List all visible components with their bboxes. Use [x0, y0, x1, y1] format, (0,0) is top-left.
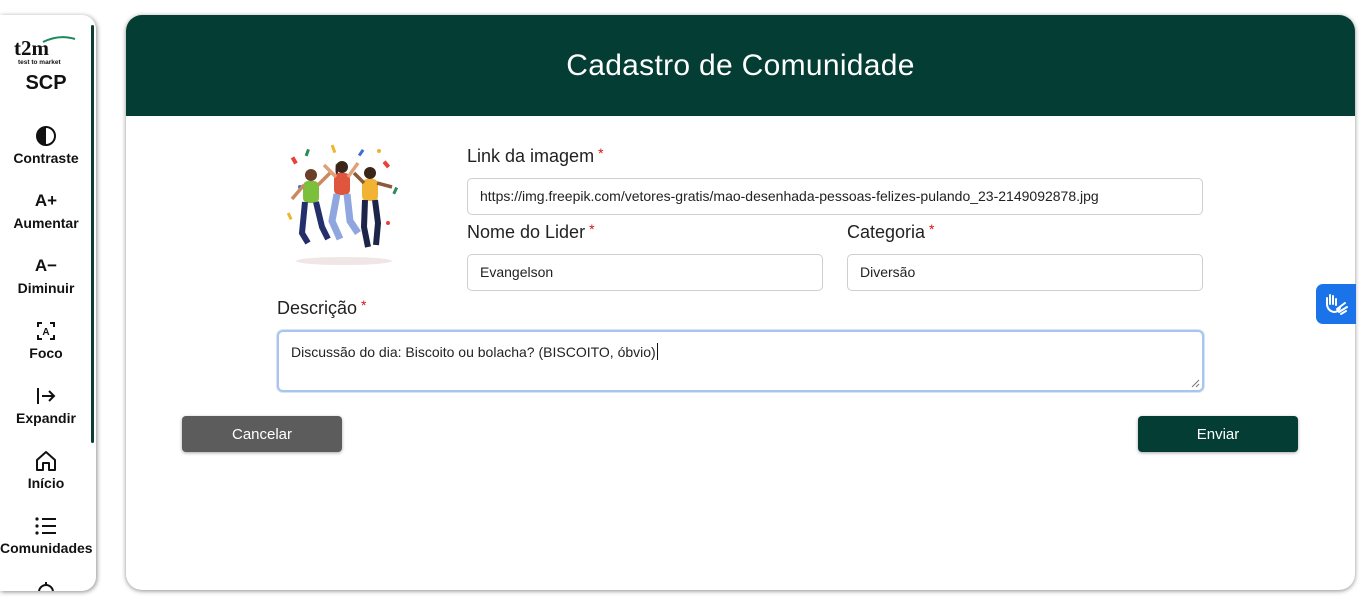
leader-name-label: Nome do Lider * [467, 221, 595, 242]
sidebar-item-label: Foco [29, 345, 63, 361]
text-caret [656, 343, 658, 360]
sidebar-item-expand[interactable]: Expandir [0, 383, 92, 426]
t2m-logo: t2m test to market [14, 36, 76, 66]
sidebar-item-home[interactable]: Início [0, 448, 92, 491]
sidebar-item-contrast[interactable]: Contraste [0, 123, 92, 166]
sidebar-item-label: Início [27, 475, 65, 491]
community-image-preview [286, 144, 399, 265]
sidebar-item-focus[interactable]: A Foco [0, 318, 92, 361]
sidebar-item-label: Aumentar [13, 215, 79, 231]
sidebar-item-increase[interactable]: A+ Aumentar [0, 188, 92, 231]
description-label: Descrição * [277, 297, 367, 318]
sidebar-item-communities[interactable]: Comunidades [0, 513, 93, 556]
form-header: Cadastro de Comunidade [126, 15, 1355, 116]
submit-button[interactable]: Enviar [1138, 416, 1298, 452]
category-input[interactable]: Diversão [847, 254, 1203, 291]
sidebar-item-label: Diminuir [17, 280, 75, 296]
svg-text:A: A [42, 327, 49, 338]
resize-grip-icon[interactable] [1190, 378, 1200, 388]
required-mark: * [361, 297, 367, 313]
sidebar: t2m test to market SCP Contraste A+ Aume… [0, 15, 96, 591]
font-decrease-icon: A− [34, 256, 58, 275]
category-label: Categoria * [847, 221, 935, 242]
svg-text:t2m: t2m [14, 36, 49, 60]
sidebar-item-label: Contraste [13, 150, 79, 166]
contrast-icon [36, 126, 56, 146]
app-name: SCP [25, 72, 67, 94]
description-textarea[interactable]: Discussão do dia: Biscoito ou bolacha? (… [277, 330, 1204, 392]
leader-name-input[interactable]: Evangelson [467, 254, 823, 291]
image-link-label: Link da imagem * [467, 145, 604, 166]
expand-icon [37, 388, 56, 404]
sidebar-item-decrease[interactable]: A− Diminuir [0, 253, 92, 296]
image-link-input[interactable]: https://img.freepik.com/vetores-gratis/m… [467, 178, 1203, 215]
svg-text:test to market: test to market [18, 59, 61, 66]
home-icon [36, 451, 56, 471]
partial-icon [38, 582, 54, 591]
required-mark: * [598, 145, 604, 161]
sidebar-item-more[interactable] [0, 578, 92, 591]
description-text: Discussão do dia: Biscoito ou bolacha? (… [291, 344, 656, 360]
font-increase-icon: A+ [34, 191, 58, 210]
sidebar-item-label: Comunidades [0, 540, 93, 556]
required-mark: * [929, 221, 935, 237]
cancel-button[interactable]: Cancelar [182, 416, 342, 452]
form-card: Cadastro de Comunidade Link da imagem * … [126, 15, 1355, 590]
sign-language-widget[interactable] [1316, 284, 1356, 324]
list-icon [35, 517, 56, 535]
page-title: Cadastro de Comunidade [566, 48, 915, 82]
focus-icon: A [37, 322, 55, 340]
sidebar-item-label: Expandir [16, 410, 76, 426]
required-mark: * [589, 221, 595, 237]
sign-language-icon [1326, 294, 1348, 315]
